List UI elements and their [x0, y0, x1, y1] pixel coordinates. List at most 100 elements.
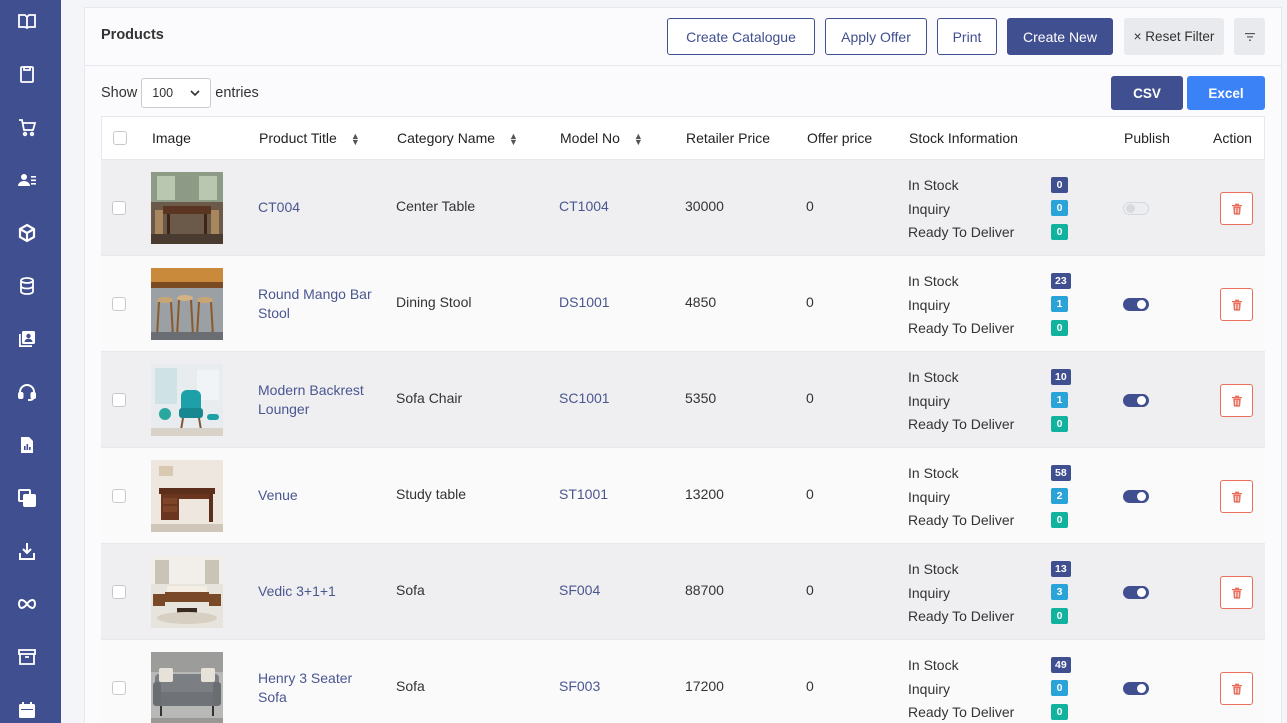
col-model[interactable]: Model No ▲ ▼ [560, 130, 643, 148]
apply-offer-button[interactable]: Apply Offer [825, 18, 927, 55]
in-stock-label: In Stock [908, 273, 959, 289]
report-icon[interactable] [16, 434, 37, 455]
row-checkbox[interactable] [112, 489, 126, 503]
stock-labels: In Stock Inquiry Ready To Deliver [908, 366, 1014, 437]
product-image [151, 556, 223, 628]
print-button[interactable]: Print [937, 18, 997, 55]
ready-to-deliver-label: Ready To Deliver [908, 224, 1015, 240]
database-icon[interactable] [16, 275, 37, 296]
copy-icon[interactable] [16, 487, 37, 508]
product-title-link[interactable]: Venue [258, 486, 383, 505]
model-no[interactable]: CT1004 [559, 198, 609, 214]
stock-labels: In Stock Inquiry Ready To Deliver [908, 270, 1014, 341]
sort-icon: ▲ ▼ [633, 131, 643, 148]
ready-to-deliver-label: Ready To Deliver [908, 608, 1015, 624]
model-no[interactable]: SF003 [559, 678, 600, 694]
download-icon[interactable] [16, 540, 37, 561]
row-checkbox[interactable] [112, 297, 126, 311]
row-checkbox[interactable] [112, 201, 126, 215]
model-no[interactable]: SC1001 [559, 390, 610, 406]
inquiry-badge: 2 [1051, 488, 1068, 504]
delete-button[interactable] [1220, 384, 1253, 417]
delete-button[interactable] [1220, 192, 1253, 225]
contacts-icon[interactable] [16, 328, 37, 349]
trash-icon [1231, 299, 1242, 311]
ready-to-deliver-label: Ready To Deliver [908, 512, 1015, 528]
publish-toggle[interactable] [1123, 490, 1149, 503]
product-title-link[interactable]: Henry 3 Seater Sofa [258, 669, 383, 707]
chevron-down-icon [190, 90, 200, 96]
stock-labels: In Stock Inquiry Ready To Deliver [908, 654, 1014, 723]
delete-button[interactable] [1220, 576, 1253, 609]
delete-button[interactable] [1220, 672, 1253, 705]
toggle-knob [1137, 684, 1146, 693]
in-stock-badge: 23 [1051, 273, 1071, 289]
publish-toggle[interactable] [1123, 202, 1149, 215]
product-title-link[interactable]: Round Mango Bar Stool [258, 285, 383, 323]
publish-toggle[interactable] [1123, 394, 1149, 407]
row-checkbox[interactable] [112, 681, 126, 695]
stock-labels: In Stock Inquiry Ready To Deliver [908, 462, 1014, 533]
publish-toggle[interactable] [1123, 586, 1149, 599]
inquiry-badge: 1 [1051, 392, 1068, 408]
clipboard-icon[interactable] [16, 63, 37, 84]
sidebar [0, 0, 61, 723]
ready-to-deliver-label: Ready To Deliver [908, 704, 1015, 720]
trash-icon [1231, 203, 1242, 215]
col-stock-info: Stock Information [909, 130, 1018, 146]
row-checkbox[interactable] [112, 393, 126, 407]
col-category[interactable]: Category Name ▲ ▼ [397, 130, 518, 148]
excel-button[interactable]: Excel [1187, 76, 1265, 110]
inquiry-label: Inquiry [908, 392, 951, 409]
product-title-link[interactable]: CT004 [258, 198, 383, 217]
create-catalogue-button[interactable]: Create Catalogue [667, 18, 815, 55]
inquiry-label: Inquiry [908, 584, 951, 601]
ready-to-deliver-badge: 0 [1051, 416, 1068, 432]
stock-labels: In Stock Inquiry Ready To Deliver [908, 174, 1014, 245]
ready-to-deliver-label: Ready To Deliver [908, 320, 1015, 336]
retailer-price: 4850 [685, 294, 717, 310]
col-product-title[interactable]: Product Title ▲ ▼ [259, 130, 360, 148]
reset-filter-button[interactable]: × Reset Filter [1124, 18, 1224, 55]
delete-button[interactable] [1220, 480, 1253, 513]
sort-icon: ▲ ▼ [350, 131, 360, 148]
inquiry-label: Inquiry [908, 680, 951, 697]
sort-icon: ▲ ▼ [509, 131, 518, 148]
model-no[interactable]: SF004 [559, 582, 600, 598]
book-open-icon[interactable] [16, 10, 37, 31]
inquiry-label: Inquiry [908, 200, 951, 217]
headset-icon[interactable] [16, 381, 37, 402]
ready-to-deliver-label: Ready To Deliver [908, 416, 1015, 432]
row-checkbox[interactable] [112, 585, 126, 599]
toggle-knob [1137, 300, 1146, 309]
csv-button[interactable]: CSV [1111, 76, 1183, 110]
model-no[interactable]: ST1001 [559, 486, 608, 502]
product-title-link[interactable]: Modern Backrest Lounger [258, 381, 383, 419]
retailer-price: 13200 [685, 486, 724, 502]
inquiry-label: Inquiry [908, 488, 951, 505]
archive-icon[interactable] [16, 646, 37, 667]
entries-select[interactable]: 100 [141, 78, 212, 108]
in-stock-badge: 10 [1051, 369, 1071, 385]
create-new-button[interactable]: Create New [1007, 18, 1113, 55]
model-no[interactable]: DS1001 [559, 294, 610, 310]
retailer-price: 5350 [685, 390, 717, 406]
cart-icon[interactable] [16, 116, 37, 137]
calendar-icon[interactable] [16, 699, 37, 720]
users-list-icon[interactable] [16, 169, 37, 190]
in-stock-badge: 49 [1051, 657, 1071, 673]
delete-button[interactable] [1220, 288, 1253, 321]
ready-to-deliver-badge: 0 [1051, 224, 1068, 240]
product-title-link[interactable]: Vedic 3+1+1 [258, 582, 383, 601]
select-all-checkbox[interactable] [113, 131, 127, 145]
filter-icon[interactable] [1234, 18, 1265, 55]
col-publish: Publish [1124, 130, 1170, 146]
inquiry-badge: 3 [1051, 584, 1068, 600]
retailer-price: 17200 [685, 678, 724, 694]
box-icon[interactable] [16, 222, 37, 243]
ready-to-deliver-badge: 0 [1051, 512, 1068, 528]
table-row: Round Mango Bar Stool Dining Stool DS1001 4… [101, 255, 1265, 351]
publish-toggle[interactable] [1123, 298, 1149, 311]
infinity-icon[interactable] [16, 593, 37, 614]
publish-toggle[interactable] [1123, 682, 1149, 695]
